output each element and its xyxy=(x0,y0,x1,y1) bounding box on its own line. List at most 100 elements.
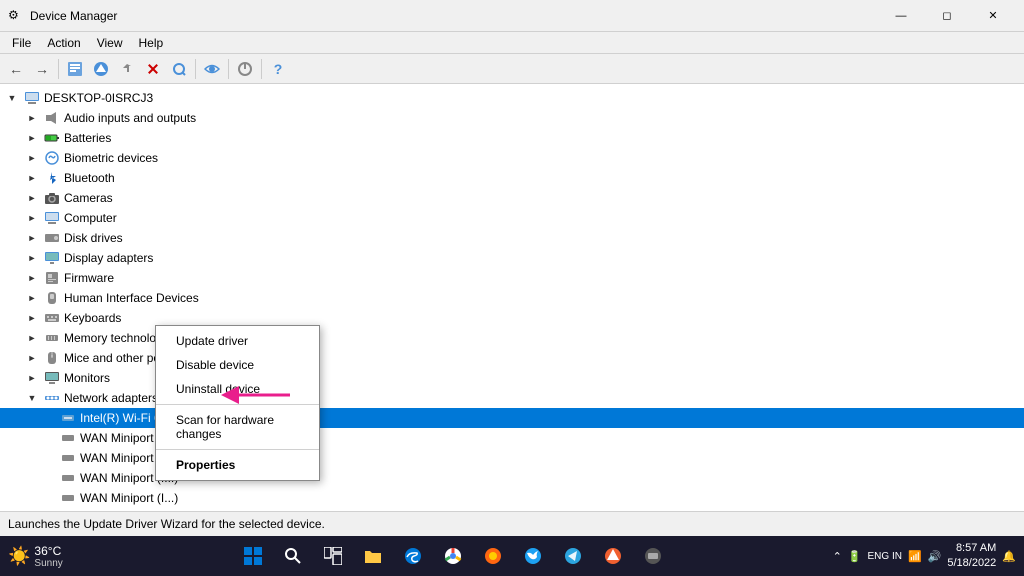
explorer-button[interactable] xyxy=(355,538,391,574)
title-bar: ⚙ Device Manager — ◻ ✕ xyxy=(0,0,1024,32)
ctx-update-driver[interactable]: Update driver xyxy=(156,329,319,353)
tree-item-memtech[interactable]: ► Memory technology devices xyxy=(0,328,1024,348)
properties-button[interactable] xyxy=(63,57,87,81)
chrome-button[interactable] xyxy=(435,538,471,574)
disk-expander: ► xyxy=(24,230,40,246)
audio-icon xyxy=(44,110,60,126)
cameras-label: Cameras xyxy=(64,191,113,205)
scan-hardware-button[interactable] xyxy=(167,57,191,81)
menu-file[interactable]: File xyxy=(4,34,39,52)
menu-action[interactable]: Action xyxy=(39,34,88,52)
uninstall-button[interactable] xyxy=(141,57,165,81)
rollback-button[interactable] xyxy=(115,57,139,81)
ctx-properties[interactable]: Properties xyxy=(156,453,319,477)
mice-icon xyxy=(44,350,60,366)
back-button[interactable]: ← xyxy=(4,57,28,81)
adapter-icon-wan2 xyxy=(60,450,76,466)
display-expander: ► xyxy=(24,250,40,266)
tree-item-biometric[interactable]: ► Biometric devices xyxy=(0,148,1024,168)
hid-icon xyxy=(44,290,60,306)
tree-item-batteries[interactable]: ► Batteries xyxy=(0,128,1024,148)
toolbar: ← → ? xyxy=(0,54,1024,84)
audio-label: Audio inputs and outputs xyxy=(64,111,196,125)
wan4-label: WAN Miniport (I...) xyxy=(80,491,178,505)
ctx-sep-1 xyxy=(156,404,319,405)
device-tree[interactable]: ▼ DESKTOP-0ISRCJ3 ► Audio inputs and out… xyxy=(0,84,1024,511)
weather-widget[interactable]: ☀️ 36°C Sunny xyxy=(8,544,63,569)
tree-item-monitors[interactable]: ► Monitors xyxy=(0,368,1024,388)
disable-button[interactable] xyxy=(233,57,257,81)
computer-expander: ► xyxy=(24,210,40,226)
computer-icon xyxy=(24,90,40,106)
monitor-icon xyxy=(44,370,60,386)
tray-arrow[interactable]: ⌃ xyxy=(833,550,842,563)
tree-item-netadapters[interactable]: ▼ Network adapters xyxy=(0,388,1024,408)
toolbar-separator-3 xyxy=(228,59,229,79)
tree-item-cameras[interactable]: ► Cameras xyxy=(0,188,1024,208)
clock[interactable]: 8:57 AM 5/18/2022 xyxy=(947,541,996,572)
taskbar-left: ☀️ 36°C Sunny xyxy=(8,544,73,569)
mice-expander: ► xyxy=(24,350,40,366)
taskbar-center xyxy=(73,538,833,574)
audio-expander: ► xyxy=(24,110,40,126)
batteries-expander: ► xyxy=(24,130,40,146)
ctx-uninstall-device[interactable]: Uninstall device xyxy=(156,377,319,401)
volume-icon[interactable]: 🔊 xyxy=(928,550,942,563)
brave-button[interactable] xyxy=(595,538,631,574)
twitter-button[interactable] xyxy=(515,538,551,574)
tree-item-mice[interactable]: ► Mice and other pointing devices xyxy=(0,348,1024,368)
tree-item-bluetooth[interactable]: ► Bluetooth xyxy=(0,168,1024,188)
start-button[interactable] xyxy=(235,538,271,574)
tree-item-keyboards[interactable]: ► Keyboards xyxy=(0,308,1024,328)
biometric-icon xyxy=(44,150,60,166)
toolbar-separator-4 xyxy=(261,59,262,79)
tree-item-displayadapters[interactable]: ► Display adapters xyxy=(0,248,1024,268)
bluetooth-icon xyxy=(44,170,60,186)
task-view-button[interactable] xyxy=(315,538,351,574)
tree-item-wan5[interactable]: WAN Miniport (I...) xyxy=(0,508,1024,511)
ctx-disable-device[interactable]: Disable device xyxy=(156,353,319,377)
telegram-button[interactable] xyxy=(555,538,591,574)
title-bar-controls: — ◻ ✕ xyxy=(878,0,1016,32)
forward-button[interactable]: → xyxy=(30,57,54,81)
tree-item-wan1[interactable]: WAN Miniport (I...) xyxy=(0,428,1024,448)
restore-button[interactable]: ◻ xyxy=(924,0,970,32)
firefox-button[interactable] xyxy=(475,538,511,574)
weather-temp: 36°C xyxy=(34,544,62,558)
tree-item-wan3[interactable]: WAN Miniport (I...) xyxy=(0,468,1024,488)
app-button[interactable] xyxy=(635,538,671,574)
bluetooth-expander: ► xyxy=(24,170,40,186)
adapter-icon-wan4 xyxy=(60,490,76,506)
tree-item-hid[interactable]: ► Human Interface Devices xyxy=(0,288,1024,308)
lang-indicator[interactable]: ENG IN xyxy=(868,551,902,562)
close-button[interactable]: ✕ xyxy=(970,0,1016,32)
tree-item-wan2[interactable]: WAN Miniport (I...) xyxy=(0,448,1024,468)
tree-item-firmware[interactable]: ► Firmware xyxy=(0,268,1024,288)
ctx-scan-changes[interactable]: Scan for hardware changes xyxy=(156,408,319,446)
tree-item-wan4[interactable]: WAN Miniport (I...) xyxy=(0,488,1024,508)
update-driver-button[interactable] xyxy=(89,57,113,81)
tree-item-audio[interactable]: ► Audio inputs and outputs xyxy=(0,108,1024,128)
battery-icon xyxy=(44,130,60,146)
main-area: ▼ DESKTOP-0ISRCJ3 ► Audio inputs and out… xyxy=(0,84,1024,511)
menu-bar: File Action View Help xyxy=(0,32,1024,54)
show-hidden-button[interactable] xyxy=(200,57,224,81)
adapter-icon-wifi xyxy=(60,410,76,426)
search-button[interactable] xyxy=(275,538,311,574)
menu-help[interactable]: Help xyxy=(131,34,172,52)
keyboard-icon xyxy=(44,310,60,326)
tree-root[interactable]: ▼ DESKTOP-0ISRCJ3 xyxy=(0,88,1024,108)
wifi-icon: 📶 xyxy=(908,550,922,563)
camera-icon xyxy=(44,190,60,206)
tree-item-diskdrives[interactable]: ► Disk drives xyxy=(0,228,1024,248)
tree-item-computer[interactable]: ► Computer xyxy=(0,208,1024,228)
minimize-button[interactable]: — xyxy=(878,0,924,32)
biometric-label: Biometric devices xyxy=(64,151,158,165)
disk-label: Disk drives xyxy=(64,231,123,245)
edge-button[interactable] xyxy=(395,538,431,574)
help-button[interactable]: ? xyxy=(266,57,290,81)
menu-view[interactable]: View xyxy=(89,34,131,52)
keyboards-label: Keyboards xyxy=(64,311,121,325)
tree-item-intel-wifi[interactable]: Intel(R) Wi-Fi 6 AX200 160 M... xyxy=(0,408,1024,428)
notification-icon[interactable]: 🔔 xyxy=(1002,550,1016,563)
